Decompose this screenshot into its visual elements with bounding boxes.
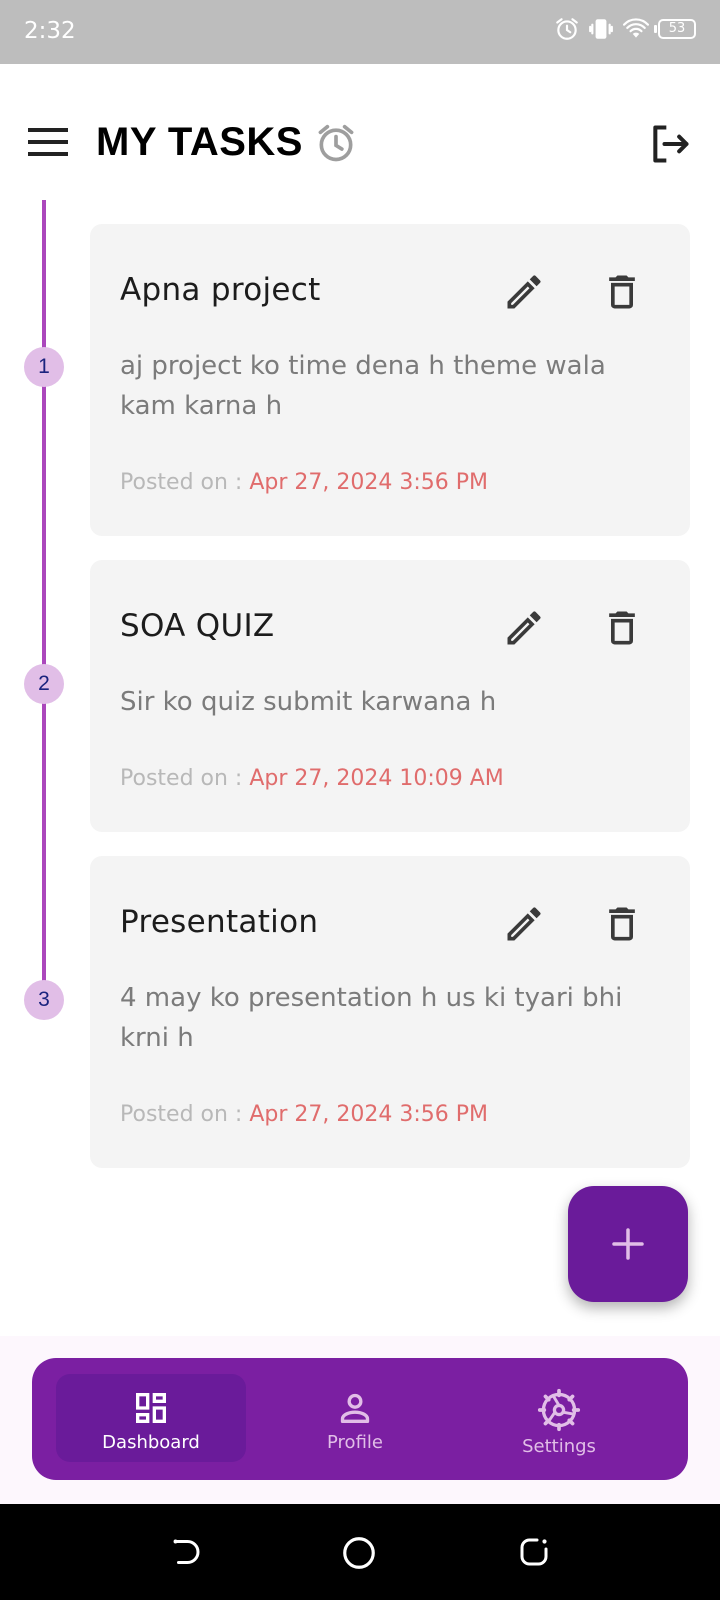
task-title: Presentation bbox=[120, 904, 319, 940]
posted-date: Apr 27, 2024 10:09 AM bbox=[249, 766, 504, 791]
person-icon bbox=[340, 1393, 370, 1423]
wifi-icon bbox=[623, 18, 649, 38]
status-time: 2:32 bbox=[24, 18, 76, 44]
edit-icon[interactable] bbox=[502, 270, 546, 314]
bottom-nav: Dashboard Profile Settings bbox=[32, 1358, 688, 1480]
posted-date: Apr 27, 2024 3:56 PM bbox=[249, 470, 488, 495]
task-card[interactable]: SOA QUIZ Sir ko quiz submit karwana h Po… bbox=[90, 560, 690, 832]
timeline-dot: 3 bbox=[24, 980, 64, 1020]
edit-icon[interactable] bbox=[502, 606, 546, 650]
back-icon[interactable] bbox=[168, 1534, 204, 1570]
nav-item-profile[interactable]: Profile bbox=[260, 1374, 450, 1462]
posted-date: Apr 27, 2024 3:56 PM bbox=[249, 1102, 488, 1127]
nav-item-settings[interactable]: Settings bbox=[464, 1374, 654, 1462]
task-description: 4 may ko presentation h us ki tyari bhi … bbox=[120, 983, 623, 1053]
task-posted: Posted on : Apr 27, 2024 10:09 AM bbox=[120, 766, 504, 791]
task-description: aj project ko time dena h theme wala kam… bbox=[120, 351, 606, 421]
settings-icon bbox=[537, 1388, 581, 1432]
task-card[interactable]: Apna project aj project ko time dena h t… bbox=[90, 224, 690, 536]
posted-label: Posted on : bbox=[120, 470, 250, 495]
status-icons: 53 bbox=[554, 16, 696, 42]
alarm-icon[interactable] bbox=[314, 120, 358, 166]
task-posted: Posted on : Apr 27, 2024 3:56 PM bbox=[120, 470, 488, 495]
posted-label: Posted on : bbox=[120, 1102, 250, 1127]
dashboard-icon bbox=[136, 1393, 166, 1423]
recents-icon[interactable] bbox=[516, 1534, 552, 1570]
task-description: Sir ko quiz submit karwana h bbox=[120, 687, 497, 717]
task-posted: Posted on : Apr 27, 2024 3:56 PM bbox=[120, 1102, 488, 1127]
nav-label: Dashboard bbox=[102, 1432, 200, 1453]
nav-item-dashboard[interactable]: Dashboard bbox=[56, 1374, 246, 1462]
timeline-line bbox=[42, 200, 46, 1000]
vibrate-icon bbox=[589, 19, 613, 39]
task-title: SOA QUIZ bbox=[120, 608, 275, 644]
nav-label: Profile bbox=[327, 1432, 383, 1453]
menu-icon[interactable] bbox=[26, 124, 70, 160]
task-card[interactable]: Presentation 4 may ko presentation h us … bbox=[90, 856, 690, 1168]
system-nav-bar bbox=[0, 1504, 720, 1600]
posted-label: Posted on : bbox=[120, 766, 250, 791]
home-icon[interactable] bbox=[340, 1534, 378, 1572]
timeline-dot: 2 bbox=[24, 664, 64, 704]
nav-label: Settings bbox=[522, 1436, 596, 1457]
delete-icon[interactable] bbox=[600, 606, 644, 650]
alarm-status-icon bbox=[556, 18, 578, 40]
delete-icon[interactable] bbox=[600, 902, 644, 946]
app-bar: MY TASKS bbox=[0, 64, 720, 194]
add-task-button[interactable] bbox=[568, 1186, 688, 1302]
page-title: MY TASKS bbox=[96, 120, 303, 164]
task-title: Apna project bbox=[120, 272, 321, 308]
plus-icon bbox=[612, 1228, 644, 1260]
delete-icon[interactable] bbox=[600, 270, 644, 314]
edit-icon[interactable] bbox=[502, 902, 546, 946]
status-bar: 2:32 53 bbox=[0, 0, 720, 64]
battery-indicator: 53 bbox=[654, 19, 696, 39]
logout-icon[interactable] bbox=[648, 122, 692, 166]
timeline-dot: 1 bbox=[24, 347, 64, 387]
